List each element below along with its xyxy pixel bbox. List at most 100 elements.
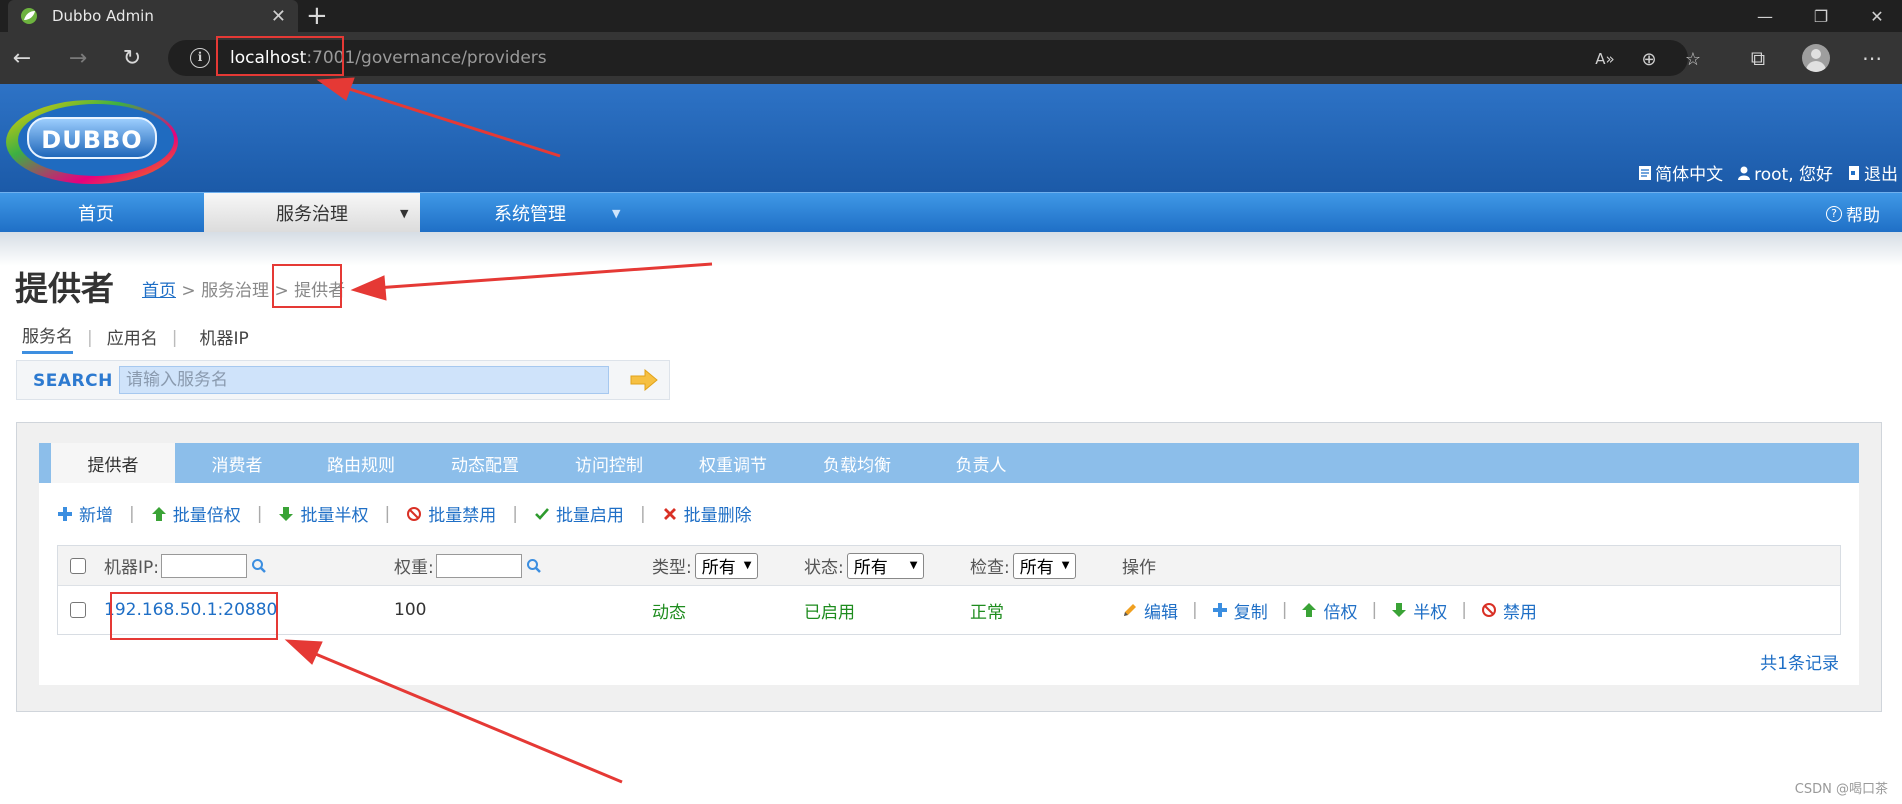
logout-link[interactable]: 退出 [1847,160,1898,185]
reload-icon[interactable]: ↻ [118,44,146,72]
check-filter-select[interactable]: 所有 ▼ [1012,552,1077,579]
search-input[interactable] [119,366,609,394]
tab-access[interactable]: 访问控制 [547,443,671,483]
toolbar-divider: | [384,503,391,524]
nav-item-home[interactable]: 首页 [0,193,192,232]
help-link[interactable]: ? 帮助 [1826,201,1880,226]
record-count: 共1条记录 [1760,654,1839,674]
nav-shadow [0,232,1902,266]
batch-half-button[interactable]: 批量半权 [278,501,368,526]
tab-overrides[interactable]: 动态配置 [423,443,547,483]
disable-button[interactable]: 禁用 [1481,598,1537,623]
type-filter-value: 所有 [701,558,736,578]
browser-tab[interactable]: Dubbo Admin ✕ [8,0,298,32]
edit-label: 编辑 [1144,602,1178,623]
search-icon[interactable] [526,558,542,574]
window-close-icon[interactable]: ✕ [1850,0,1902,32]
annotation-arrowhead [350,275,387,301]
copy-button[interactable]: 复制 [1212,598,1268,623]
tab-routes[interactable]: 路由规则 [299,443,423,483]
document-icon [1639,165,1652,180]
half-weight-label: 半权 [1413,602,1448,623]
language-link[interactable]: 简体中文 [1638,160,1723,185]
tab-providers[interactable]: 提供者 [51,443,175,483]
chevron-down-icon: ▼ [743,560,752,571]
more-icon[interactable]: ⋯ [1858,44,1886,72]
user-link[interactable]: root, 您好 [1737,160,1833,185]
batch-delete-button[interactable]: 批量删除 [662,501,752,526]
new-tab-icon[interactable]: + [306,2,328,30]
select-all-checkbox[interactable] [70,557,86,574]
info-icon[interactable]: i [190,48,210,68]
annotation-box [110,592,278,640]
arrow-right-icon[interactable] [629,369,659,391]
ip-filter-input[interactable] [161,553,247,578]
close-icon[interactable]: ✕ [271,6,286,27]
toolbar-divider: | [639,503,646,524]
status-header: 状态: 所有 ▼ [804,546,925,585]
plus-icon [58,506,72,521]
app-header: DUBBO 简体中文 root, 您好 退出 [0,84,1902,192]
search-tab-ip[interactable]: 机器IP [199,324,248,353]
ops-header: 操作 [1122,558,1156,578]
batch-enable-button[interactable]: 批量启用 [534,501,624,526]
maximize-icon[interactable]: ❐ [1794,0,1848,32]
read-aloud-icon[interactable]: A» [1594,48,1616,70]
user-icon [1738,166,1751,180]
nav-item-system[interactable]: 系统管理 ▼ [440,193,620,232]
tab-weights[interactable]: 权重调节 [671,443,795,483]
chevron-down-icon: ▼ [400,207,409,220]
nav-system-label: 系统管理 [494,203,566,225]
nav-item-governance[interactable]: 服务治理 ▼ [204,193,420,232]
tab-owners[interactable]: 负责人 [919,443,1043,483]
check-filter-value: 所有 [1019,558,1054,578]
profile-avatar[interactable] [1802,44,1830,72]
half-weight-button[interactable]: 半权 [1391,598,1447,623]
type-filter-select[interactable]: 所有 ▼ [694,552,759,579]
weight-filter-input[interactable] [435,553,522,578]
action-divider: | [1371,600,1378,620]
annotation-arrow-breadcrumb [375,262,713,290]
batch-disable-button[interactable]: 批量禁用 [406,501,496,526]
chevron-down-icon: ▼ [612,207,621,220]
row-checkbox[interactable] [70,602,86,618]
batch-double-button[interactable]: 批量倍权 [151,501,241,526]
watermark: CSDN @喝口茶 [1794,782,1888,797]
double-weight-label: 倍权 [1323,602,1358,623]
table-row: 192.168.50.1:20880 100 动态 已启用 正常 编辑 | 复制… [58,586,1840,634]
search-tab-service[interactable]: 服务名 [22,322,73,354]
forward-icon[interactable]: → [64,44,92,72]
favorite-icon[interactable]: ☆ [1682,48,1704,70]
url-field[interactable]: i localhost:7001/governance/providers A»… [168,40,1701,76]
search-tab-app[interactable]: 应用名 [107,324,158,353]
header-links: 简体中文 root, 您好 退出 [1638,160,1898,185]
panel-content: 提供者 消费者 路由规则 动态配置 访问控制 权重调节 负载均衡 负责人 新增 … [39,443,1859,685]
edit-button[interactable]: 编辑 [1122,598,1178,623]
check-header: 检查: 所有 ▼ [970,546,1077,585]
double-weight-button[interactable]: 倍权 [1301,598,1357,623]
disable-label: 禁用 [1502,602,1537,623]
collections-icon[interactable]: ⧉ [1744,44,1772,72]
spring-leaf-icon [21,8,37,24]
status-header-label: 状态: [804,558,844,578]
table-header: 机器IP: 权重: 类型: 所有 ▼ 状态: 所有 ▼ 检查: 所有 ▼ 操作 [58,546,1840,586]
plus-icon [1212,603,1227,617]
arrow-down-icon [279,506,294,521]
add-button[interactable]: 新增 [57,501,113,526]
tab-loadbalance[interactable]: 负载均衡 [795,443,919,483]
search-icon[interactable] [251,558,267,574]
breadcrumb-home[interactable]: 首页 [142,281,176,301]
ip-header-label: 机器IP: [104,558,159,578]
row-actions: 编辑 | 复制 | 倍权 | 半权 | 禁用 [1122,586,1537,634]
providers-table: 机器IP: 权重: 类型: 所有 ▼ 状态: 所有 ▼ 检查: 所有 ▼ 操作 … [57,545,1841,635]
back-icon[interactable]: ← [8,44,36,72]
status-filter-select[interactable]: 所有 ▼ [846,552,925,579]
breadcrumb-sep: > [176,281,202,301]
tab-consumers[interactable]: 消费者 [175,443,299,483]
minimize-icon[interactable]: — [1738,0,1792,32]
logo-text: DUBBO [41,126,143,154]
check-header-label: 检查: [970,558,1010,578]
panel-tabs: 提供者 消费者 路由规则 动态配置 访问控制 权重调节 负载均衡 负责人 [39,443,1859,483]
zoom-icon[interactable]: ⊕ [1638,48,1660,70]
arrow-up-icon [151,506,166,521]
